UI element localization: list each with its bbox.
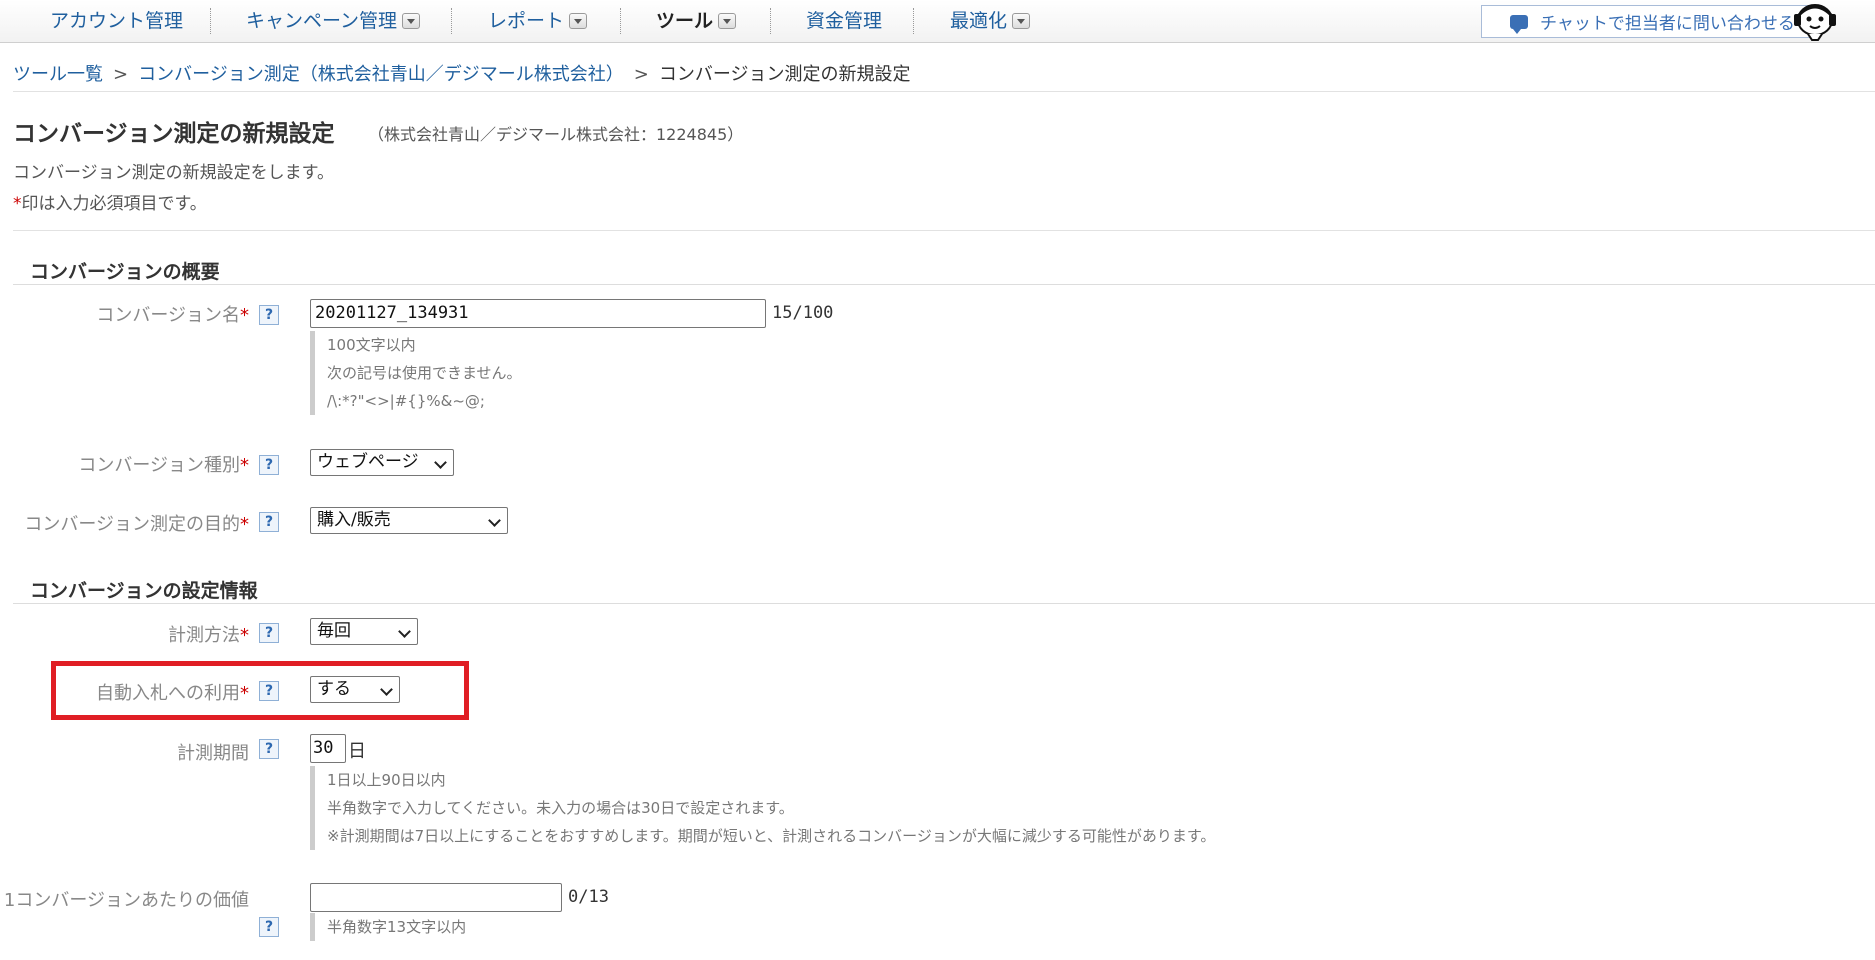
auto-bid-value: する [317, 679, 351, 699]
nav-campaign[interactable]: キャンペーン管理 [246, 8, 421, 34]
nav-separator [770, 8, 771, 34]
hint-text: ※計測期間は7日以上にすることをおすすめします。期間が短いと、計測されるコンバー… [327, 827, 1216, 845]
breadcrumb: ツール一覧 > コンバージョン測定（株式会社青山／デジマール株式会社） > コンバージョ… [13, 60, 910, 86]
nav-tools-label: ツール [656, 10, 714, 32]
help-icon[interactable]: ? [259, 305, 279, 325]
conversion-type-select[interactable]: ウェブページ [310, 449, 454, 476]
help-icon[interactable]: ? [259, 917, 279, 937]
breadcrumb-conversion-measurement[interactable]: コンバージョン測定（株式会社青山／デジマール株式会社） [138, 64, 624, 85]
nav-separator [620, 8, 621, 34]
nav-account-label: アカウント管理 [50, 10, 184, 32]
purpose-value: 購入/販売 [317, 510, 391, 530]
chevron-down-icon [429, 450, 453, 475]
conversion-name-input[interactable]: 20201127_134931 [310, 299, 766, 328]
method-label-text: 計測方法 [168, 625, 240, 646]
period-input[interactable]: 30 [310, 734, 346, 763]
period-hints: 1日以上90日以内 半角数字で入力してください。未入力の場合は30日で設定されま… [310, 766, 1215, 850]
nav-optimize[interactable]: 最適化 [950, 8, 1031, 34]
chat-contact-button[interactable]: チャットで担当者に問い合わせる [1481, 5, 1815, 38]
nav-report[interactable]: レポート [488, 8, 588, 34]
conversion-type-label: コンバージョン種別* [78, 451, 249, 477]
page-description: コンバージョン測定の新規設定をします。 [13, 163, 334, 183]
conversion-name-counter: 15/100 [772, 303, 834, 323]
conversion-type-value: ウェブページ [317, 452, 419, 472]
required-mark: * [240, 455, 249, 476]
help-icon[interactable]: ? [259, 739, 279, 759]
period-unit: 日 [348, 741, 366, 762]
hint-text: 1日以上90日以内 [327, 771, 446, 789]
required-mark: * [240, 683, 249, 704]
hint-text: 次の記号は使用できません。 [327, 364, 522, 382]
method-select[interactable]: 毎回 [310, 618, 418, 645]
section-title-overview: コンバージョンの概要 [30, 261, 220, 283]
conversion-type-label-text: コンバージョン種別 [78, 455, 240, 476]
nav-campaign-label: キャンペーン管理 [246, 10, 398, 32]
page-title: コンバージョン測定の新規設定 [13, 121, 335, 147]
help-icon[interactable]: ? [259, 455, 279, 475]
purpose-label-text: コンバージョン測定の目的 [24, 514, 240, 535]
value-per-conversion-label: 1コンバージョンあたりの価値 [4, 886, 249, 912]
required-mark: * [240, 514, 249, 535]
hint-text: 半角数字13文字以内 [327, 918, 467, 936]
value-per-conversion-counter: 0/13 [568, 887, 609, 907]
divider [13, 91, 1875, 92]
section-divider [13, 603, 1875, 604]
value-per-conversion-input[interactable] [310, 883, 562, 912]
chevron-down-icon [375, 677, 399, 702]
nav-separator [210, 8, 211, 34]
period-label-text: 計測期間 [177, 743, 249, 764]
method-value: 毎回 [317, 621, 351, 641]
required-mark: * [13, 194, 22, 214]
chevron-down-icon[interactable] [1012, 13, 1031, 29]
value-per-conversion-label-text: 1コンバージョンあたりの価値 [3, 890, 249, 911]
nav-optimize-label: 最適化 [950, 10, 1008, 32]
required-mark: * [240, 625, 249, 646]
chevron-down-icon [483, 508, 507, 533]
page-subtitle: （株式会社青山／デジマール株式会社：1224845） [368, 125, 744, 144]
nav-separator [451, 8, 452, 34]
hint-text: /\:*?"<>|#{}%&~@; [327, 392, 485, 410]
period-label: 計測期間 [177, 739, 249, 765]
conversion-name-hints: 100文字以内 次の記号は使用できません。 /\:*?"<>|#{}%&~@; [310, 331, 522, 415]
required-note: *印は入力必須項目です。 [13, 189, 207, 214]
purpose-label: コンバージョン測定の目的* [24, 510, 249, 536]
hint-text: 100文字以内 [327, 336, 416, 354]
chevron-down-icon[interactable] [718, 13, 737, 29]
purpose-select[interactable]: 購入/販売 [310, 507, 508, 534]
nav-report-label: レポート [488, 10, 565, 32]
chat-bubble-icon [1510, 14, 1528, 34]
section-title-settings: コンバージョンの設定情報 [30, 580, 258, 602]
required-mark: * [240, 305, 249, 326]
auto-bid-label-text: 自動入札への利用 [96, 683, 240, 704]
support-mascot-icon [1794, 4, 1836, 41]
nav-funds[interactable]: 資金管理 [806, 8, 882, 34]
method-label: 計測方法* [168, 621, 249, 647]
help-icon[interactable]: ? [259, 681, 279, 701]
chevron-down-icon[interactable] [569, 13, 588, 29]
nav-funds-label: 資金管理 [806, 10, 883, 32]
chevron-down-icon[interactable] [402, 13, 421, 29]
auto-bid-select[interactable]: する [310, 676, 400, 703]
help-icon[interactable]: ? [259, 623, 279, 643]
chevron-down-icon [393, 619, 417, 644]
section-divider [13, 284, 1875, 285]
breadcrumb-current: コンバージョン測定の新規設定 [658, 64, 911, 85]
help-icon[interactable]: ? [259, 512, 279, 532]
nav-account[interactable]: アカウント管理 [50, 8, 183, 34]
hint-text: 半角数字で入力してください。未入力の場合は30日で設定されます。 [327, 799, 794, 817]
breadcrumb-separator: > [113, 64, 129, 85]
required-note-text: 印は入力必須項目です。 [21, 194, 207, 214]
auto-bid-label: 自動入札への利用* [96, 679, 249, 705]
chat-contact-label: チャットで担当者に問い合わせる [1540, 14, 1795, 34]
nav-separator [913, 8, 914, 34]
conversion-name-label-text: コンバージョン名 [96, 305, 240, 326]
divider [13, 230, 1875, 231]
nav-tools[interactable]: ツール [656, 8, 737, 34]
breadcrumb-separator: > [633, 64, 649, 85]
value-per-conversion-hints: 半角数字13文字以内 [310, 913, 466, 941]
top-nav: アカウント管理 キャンペーン管理 レポート ツール 資金管理 最適化 チャットで… [0, 0, 1875, 43]
conversion-name-label: コンバージョン名* [96, 301, 249, 327]
breadcrumb-tools-list[interactable]: ツール一覧 [13, 64, 103, 85]
